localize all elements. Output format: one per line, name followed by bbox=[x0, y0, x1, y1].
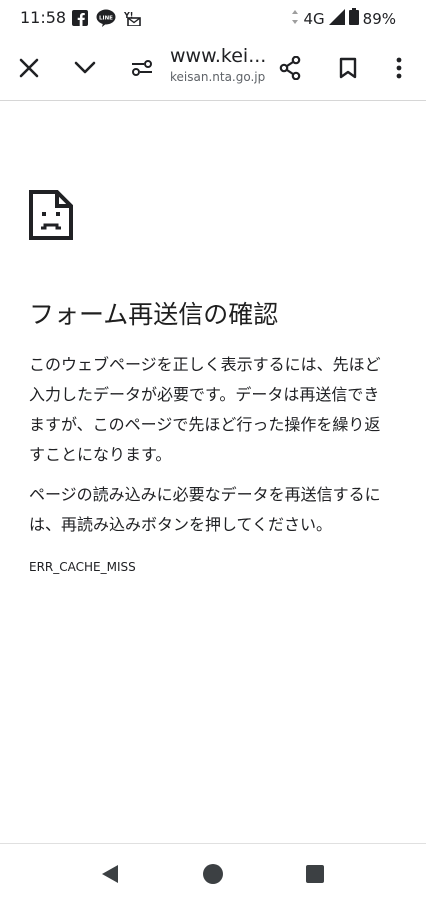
minimize-button[interactable] bbox=[67, 50, 103, 86]
share-icon bbox=[279, 56, 301, 80]
share-button[interactable] bbox=[272, 50, 308, 86]
home-button[interactable] bbox=[201, 862, 225, 886]
yahoo-mail-icon: Y! bbox=[123, 10, 142, 30]
close-button[interactable] bbox=[11, 50, 47, 86]
chevron-down-icon bbox=[74, 61, 96, 74]
custom-tab-toolbar: www.kei... keisan.nta.go.jp bbox=[0, 36, 426, 100]
recents-square-icon bbox=[306, 865, 324, 883]
url-domain: keisan.nta.go.jp bbox=[170, 70, 266, 84]
sad-page-icon bbox=[29, 190, 73, 240]
network-type: 4G bbox=[303, 9, 325, 28]
more-options-button[interactable] bbox=[381, 50, 417, 86]
toolbar-divider bbox=[0, 100, 426, 101]
error-instruction: ページの読み込みに必要なデータを再送信するには、再読み込みボタンを押してください… bbox=[29, 485, 381, 534]
url-title: www.kei... bbox=[170, 45, 267, 67]
error-heading: フォーム再送信の確認 bbox=[29, 300, 279, 329]
back-button[interactable] bbox=[98, 862, 122, 886]
url-display[interactable]: www.kei... keisan.nta.go.jp bbox=[170, 44, 270, 84]
status-right: 4G 89% bbox=[291, 8, 396, 29]
error-description: このウェブページを正しく表示するには、先ほど入力したデータが必要です。データは再… bbox=[29, 355, 381, 464]
back-triangle-icon bbox=[102, 865, 118, 883]
signal-icon bbox=[328, 8, 345, 29]
svg-text:LINE: LINE bbox=[99, 16, 113, 22]
bookmark-button[interactable] bbox=[330, 50, 366, 86]
screen: 11:58 LINE Y! 4G 89% www.kei... keisan.n… bbox=[0, 0, 426, 900]
status-bar: 11:58 LINE Y! 4G 89% bbox=[0, 0, 426, 36]
data-activity-icon bbox=[291, 9, 299, 28]
recents-button[interactable] bbox=[303, 862, 327, 886]
tune-icon bbox=[132, 60, 152, 76]
status-time: 11:58 bbox=[20, 8, 67, 27]
page-info-button[interactable] bbox=[124, 50, 160, 86]
notification-icons: LINE Y! bbox=[72, 9, 142, 31]
facebook-icon bbox=[72, 10, 88, 30]
bookmark-icon bbox=[339, 57, 357, 79]
battery-percent: 89% bbox=[362, 9, 396, 28]
home-circle-icon bbox=[203, 864, 223, 884]
system-nav-bar bbox=[0, 844, 426, 900]
battery-icon bbox=[348, 8, 359, 29]
more-vert-icon bbox=[396, 57, 402, 79]
line-icon: LINE bbox=[96, 9, 116, 31]
close-icon bbox=[19, 58, 39, 78]
error-content: フォーム再送信の確認 このウェブページを正しく表示するには、先ほど入力したデータ… bbox=[29, 190, 389, 574]
error-code: ERR_CACHE_MISS bbox=[29, 560, 136, 574]
